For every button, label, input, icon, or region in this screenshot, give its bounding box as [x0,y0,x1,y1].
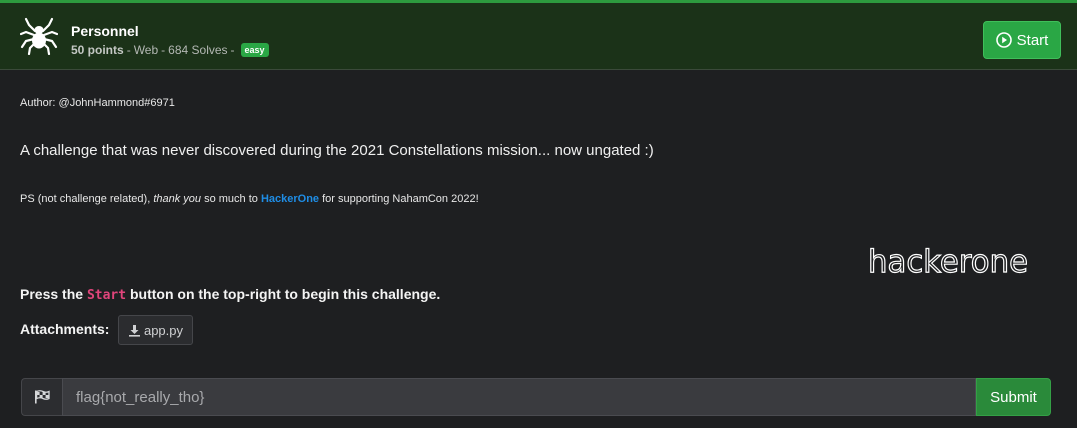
attachment-download-button[interactable]: app.py [118,315,193,345]
sponsor-note: PS (not challenge related), thank you so… [20,193,479,205]
download-icon [128,324,140,337]
sponsor-note-middle: so much to [201,193,261,205]
challenge-meta: 50 points - Web - 684 Solves - easy [71,43,269,57]
play-circle-icon [995,32,1012,48]
flag-submission-form: Submit [21,378,1051,416]
start-keyword: Start [86,288,127,303]
challenge-solves: 684 Solves [168,43,228,57]
hackerone-logo-text: hackerone [868,244,1028,279]
flag-input[interactable] [62,378,976,416]
challenge-points: 50 points [71,43,124,57]
spider-icon [20,17,58,55]
sponsor-note-suffix: for supporting NahamCon 2022! [319,193,479,205]
challenge-category: Web [133,43,159,57]
author-line: Author: @JohnHammond#6971 [20,97,175,109]
start-instructions-suffix: button on the top-right to begin this ch… [126,286,441,302]
hackerone-link[interactable]: HackerOne [261,193,319,205]
attachment-filename: app.py [143,322,184,338]
flag-icon-addon [21,378,62,416]
start-instructions: Press the Start button on the top-right … [20,286,440,303]
challenge-title: Personnel [71,23,139,39]
start-button[interactable]: Start [983,21,1061,59]
start-instructions-prefix: Press the [20,286,87,302]
start-button-label: Start [1016,31,1049,49]
challenge-header: Personnel 50 points - Web - 684 Solves -… [0,0,1077,70]
difficulty-badge: easy [240,43,269,57]
sponsor-note-emphasis: thank you [153,193,202,205]
sponsor-note-prefix: PS (not challenge related), [20,193,154,205]
meta-separator: - [230,43,235,57]
hackerone-logo: hackerone [867,243,1028,279]
flag-checkered-icon [35,390,50,404]
attachments-label: Attachments: [20,321,110,337]
meta-separator: - [126,43,131,57]
meta-separator: - [161,43,166,57]
submit-button[interactable]: Submit [976,378,1051,416]
challenge-description: A challenge that was never discovered du… [20,142,654,159]
